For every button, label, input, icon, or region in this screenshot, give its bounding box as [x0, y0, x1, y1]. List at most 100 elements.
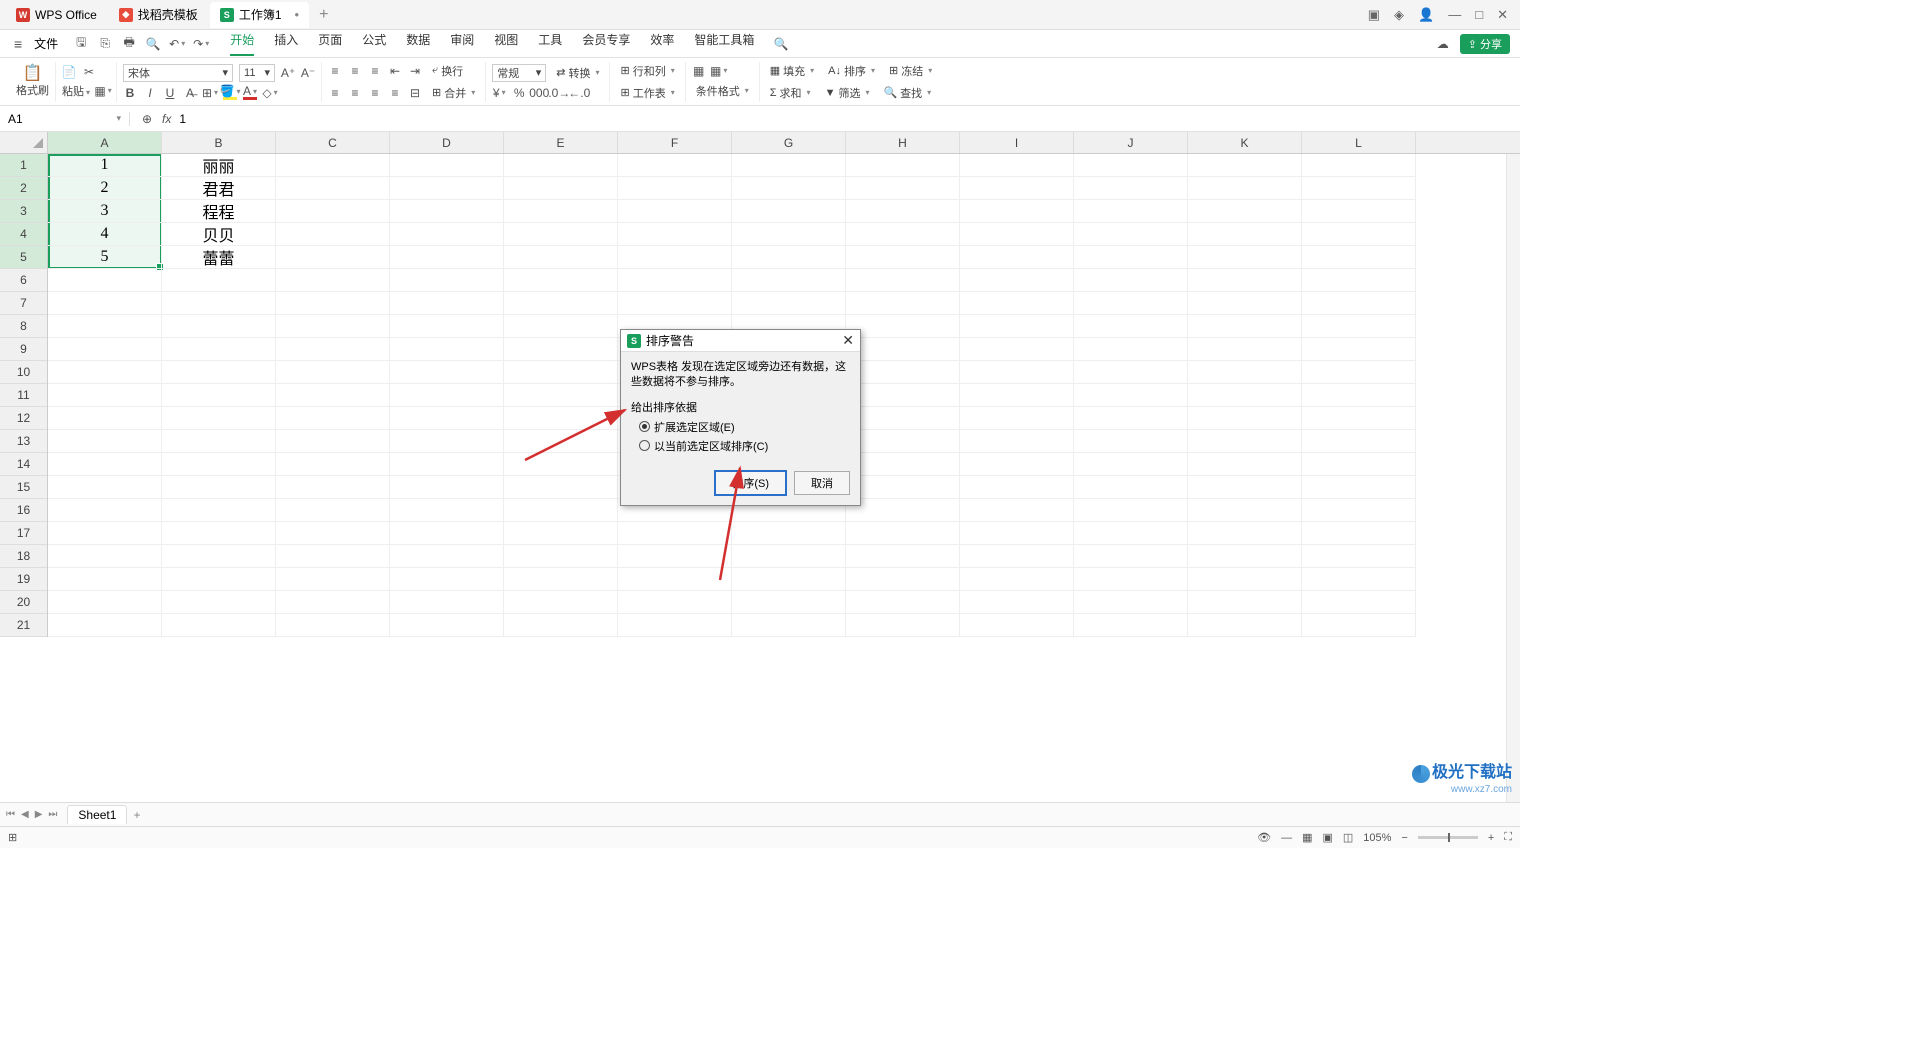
row-header-5[interactable]: 5: [0, 246, 47, 269]
cell-K7[interactable]: [1188, 292, 1302, 315]
menu-member[interactable]: 会员专享: [582, 31, 630, 56]
cell-F1[interactable]: [618, 154, 732, 177]
cell-C3[interactable]: [276, 200, 390, 223]
cell-D18[interactable]: [390, 545, 504, 568]
sheet-nav-prev[interactable]: ◀: [21, 809, 29, 820]
cell-J9[interactable]: [1074, 338, 1188, 361]
zoom-in-button[interactable]: +: [1488, 832, 1494, 844]
cell-D11[interactable]: [390, 384, 504, 407]
cell-C15[interactable]: [276, 476, 390, 499]
col-header-L[interactable]: L: [1302, 132, 1416, 153]
cell-F17[interactable]: [618, 522, 732, 545]
cell-C20[interactable]: [276, 591, 390, 614]
cell-D6[interactable]: [390, 269, 504, 292]
justify-icon[interactable]: ≡: [388, 86, 402, 100]
cell-C18[interactable]: [276, 545, 390, 568]
numfmt-select[interactable]: 常规▾: [492, 64, 546, 82]
cell-H18[interactable]: [846, 545, 960, 568]
cell-C16[interactable]: [276, 499, 390, 522]
menu-eff[interactable]: 效率: [650, 31, 674, 56]
dec-dec-icon[interactable]: ←.0: [572, 86, 586, 100]
cell-L15[interactable]: [1302, 476, 1416, 499]
rowcol-button[interactable]: ⊞ 行和列: [616, 62, 678, 80]
cell-D3[interactable]: [390, 200, 504, 223]
cell-E4[interactable]: [504, 223, 618, 246]
sheet-nav-first[interactable]: ⏮: [6, 809, 15, 820]
cell-J18[interactable]: [1074, 545, 1188, 568]
indent-dec-icon[interactable]: ⇤: [388, 64, 402, 78]
cell-A2[interactable]: 2: [48, 177, 162, 200]
cell-B19[interactable]: [162, 568, 276, 591]
menu-data[interactable]: 数据: [406, 31, 430, 56]
cell-F7[interactable]: [618, 292, 732, 315]
minimize-button[interactable]: —: [1448, 7, 1461, 23]
cut-icon[interactable]: ✂: [82, 65, 96, 79]
row-header-18[interactable]: 18: [0, 545, 47, 568]
radio-expand[interactable]: 扩展选定区域(E): [639, 419, 850, 435]
new-tab-button[interactable]: +: [311, 6, 336, 24]
cell-F3[interactable]: [618, 200, 732, 223]
cell-A8[interactable]: [48, 315, 162, 338]
cell-C19[interactable]: [276, 568, 390, 591]
menu-tools[interactable]: 工具: [538, 31, 562, 56]
cell-D12[interactable]: [390, 407, 504, 430]
cell-L5[interactable]: [1302, 246, 1416, 269]
cell-J2[interactable]: [1074, 177, 1188, 200]
cell-E8[interactable]: [504, 315, 618, 338]
decrease-font-icon[interactable]: A⁻: [301, 66, 315, 80]
cell-K18[interactable]: [1188, 545, 1302, 568]
cell-I11[interactable]: [960, 384, 1074, 407]
cell-H3[interactable]: [846, 200, 960, 223]
row-header-2[interactable]: 2: [0, 177, 47, 200]
cell-C4[interactable]: [276, 223, 390, 246]
row-header-3[interactable]: 3: [0, 200, 47, 223]
cell-E19[interactable]: [504, 568, 618, 591]
zoom-slider[interactable]: [1418, 836, 1478, 839]
row-header-13[interactable]: 13: [0, 430, 47, 453]
cell-D19[interactable]: [390, 568, 504, 591]
cell-L1[interactable]: [1302, 154, 1416, 177]
row-header-1[interactable]: 1: [0, 154, 47, 177]
column-headers[interactable]: ABCDEFGHIJKL: [48, 132, 1520, 154]
row-header-14[interactable]: 14: [0, 453, 47, 476]
cell-I7[interactable]: [960, 292, 1074, 315]
cell-L16[interactable]: [1302, 499, 1416, 522]
cell-G2[interactable]: [732, 177, 846, 200]
cell-D10[interactable]: [390, 361, 504, 384]
cell-I17[interactable]: [960, 522, 1074, 545]
cell-J5[interactable]: [1074, 246, 1188, 269]
menu-review[interactable]: 审阅: [450, 31, 474, 56]
cell-H5[interactable]: [846, 246, 960, 269]
row-header-6[interactable]: 6: [0, 269, 47, 292]
cell-A13[interactable]: [48, 430, 162, 453]
cell-G7[interactable]: [732, 292, 846, 315]
dialog-close-button[interactable]: ✕: [842, 332, 854, 349]
cell-H4[interactable]: [846, 223, 960, 246]
cell-C2[interactable]: [276, 177, 390, 200]
cell-A6[interactable]: [48, 269, 162, 292]
cell-I19[interactable]: [960, 568, 1074, 591]
cell-J1[interactable]: [1074, 154, 1188, 177]
cell-K11[interactable]: [1188, 384, 1302, 407]
cell-D7[interactable]: [390, 292, 504, 315]
col-header-F[interactable]: F: [618, 132, 732, 153]
col-header-C[interactable]: C: [276, 132, 390, 153]
cell-C7[interactable]: [276, 292, 390, 315]
row-header-9[interactable]: 9: [0, 338, 47, 361]
cell-E5[interactable]: [504, 246, 618, 269]
cell-A18[interactable]: [48, 545, 162, 568]
cell-E1[interactable]: [504, 154, 618, 177]
cell-L19[interactable]: [1302, 568, 1416, 591]
cell-G18[interactable]: [732, 545, 846, 568]
cell-L9[interactable]: [1302, 338, 1416, 361]
cell-D5[interactable]: [390, 246, 504, 269]
cell-J21[interactable]: [1074, 614, 1188, 637]
cell-D13[interactable]: [390, 430, 504, 453]
cell-H10[interactable]: [846, 361, 960, 384]
sort-button[interactable]: A↓ 排序: [824, 62, 879, 80]
cell-E9[interactable]: [504, 338, 618, 361]
cell-J8[interactable]: [1074, 315, 1188, 338]
cell-A21[interactable]: [48, 614, 162, 637]
cell-B17[interactable]: [162, 522, 276, 545]
row-header-8[interactable]: 8: [0, 315, 47, 338]
